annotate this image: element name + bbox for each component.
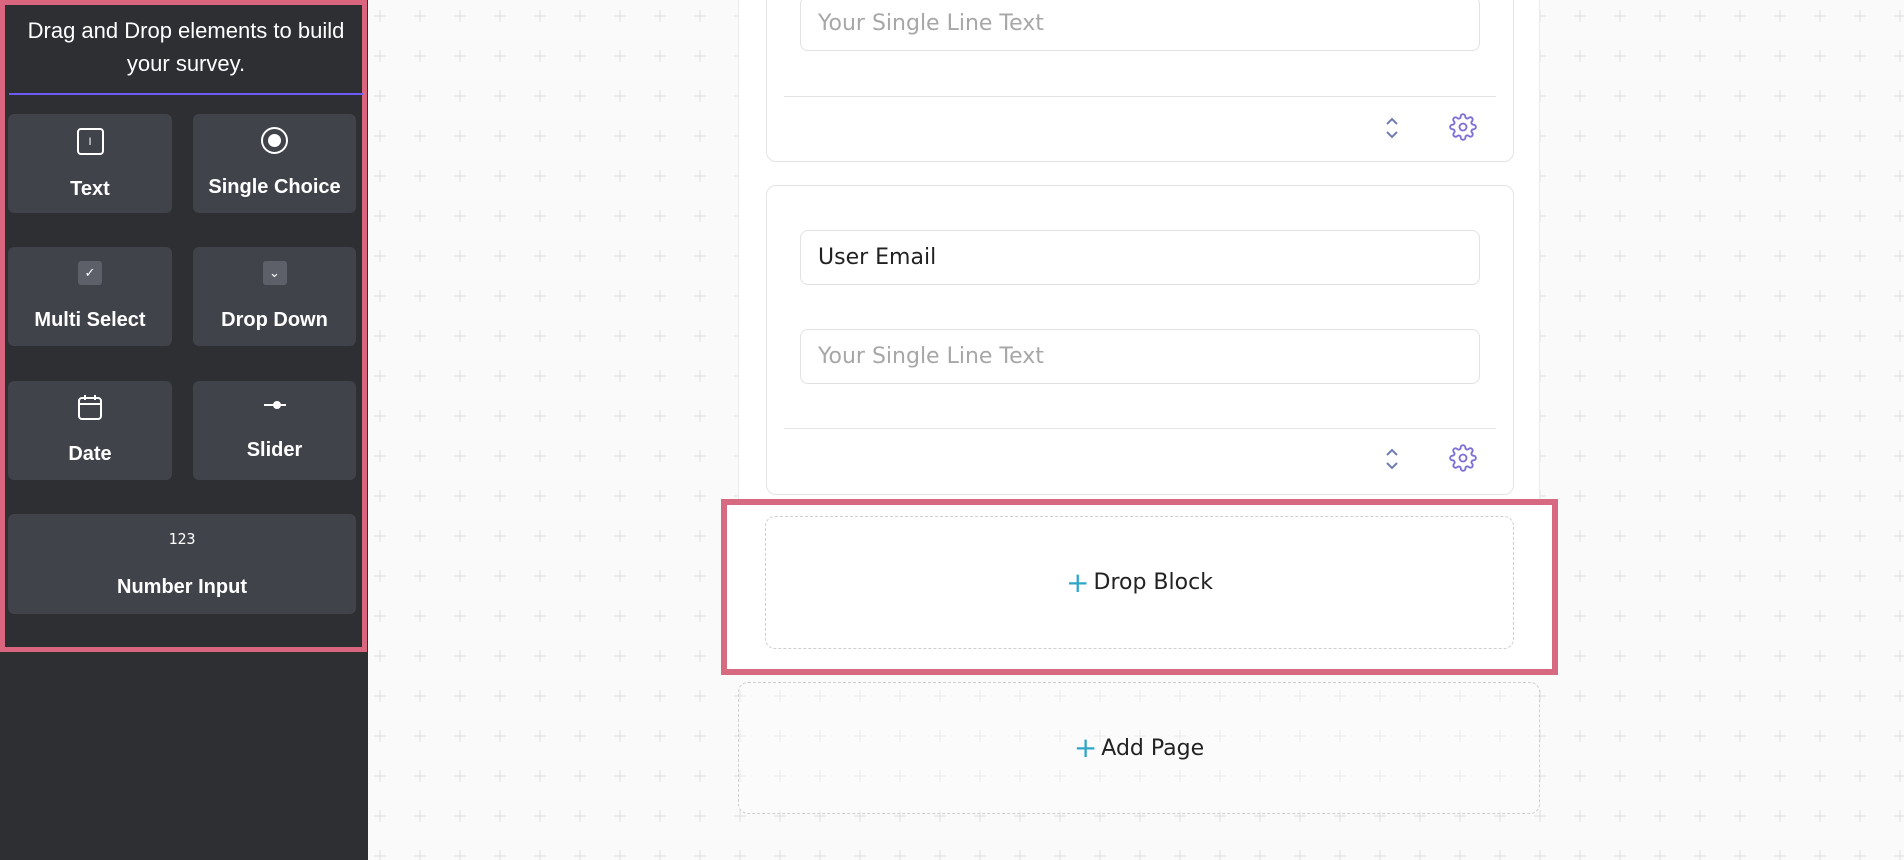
slider-icon [263, 401, 286, 409]
plus-icon: + [1073, 731, 1098, 764]
chevron-up-down-icon [1386, 117, 1398, 139]
add-page-button[interactable]: + Add Page [738, 682, 1540, 814]
dropdown-icon: ⌄ [262, 261, 287, 285]
element-date-label: Date [68, 443, 112, 465]
drop-block[interactable]: + Drop Block [765, 516, 1514, 649]
element-drop-down[interactable]: ⌄ Drop Down [193, 247, 356, 346]
chevron-up-down-icon [1386, 448, 1398, 470]
element-multi-select[interactable]: ✓ Multi Select [8, 247, 172, 346]
block-divider [784, 96, 1496, 97]
element-drop-down-label: Drop Down [221, 309, 328, 331]
calendar-icon [78, 395, 102, 420]
text-field-icon: I [76, 128, 104, 155]
answer-input[interactable]: Your Single Line Text [800, 329, 1480, 384]
reorder-button[interactable] [1380, 445, 1404, 473]
element-text-label: Text [70, 178, 110, 200]
element-number-input[interactable]: 123 Number Input [8, 514, 356, 614]
element-slider[interactable]: Slider [193, 381, 356, 480]
checkbox-icon: ✓ [78, 261, 102, 285]
add-page-label: Add Page [1101, 735, 1205, 761]
radio-icon [261, 127, 288, 154]
reorder-button[interactable] [1380, 114, 1404, 142]
element-number-input-label: Number Input [117, 576, 247, 598]
block-settings-button[interactable] [1448, 443, 1478, 473]
question-input[interactable]: User Email [800, 230, 1480, 285]
gear-icon [1449, 113, 1477, 141]
answer-input[interactable]: Your Single Line Text [800, 0, 1480, 51]
gear-icon [1449, 444, 1477, 472]
element-single-choice[interactable]: Single Choice [193, 114, 356, 213]
element-single-choice-label: Single Choice [208, 176, 341, 198]
drop-block-label: Drop Block [1093, 570, 1213, 595]
block-divider [784, 428, 1496, 429]
element-slider-label: Slider [246, 439, 303, 461]
element-date[interactable]: Date [8, 381, 172, 480]
plus-icon: + [1066, 565, 1090, 599]
block-settings-button[interactable] [1448, 112, 1478, 142]
element-text[interactable]: I Text [8, 114, 172, 213]
number-icon: 123 [168, 530, 196, 548]
palette-title: Drag and Drop elements to build your sur… [9, 5, 363, 95]
element-multi-select-label: Multi Select [34, 309, 146, 331]
